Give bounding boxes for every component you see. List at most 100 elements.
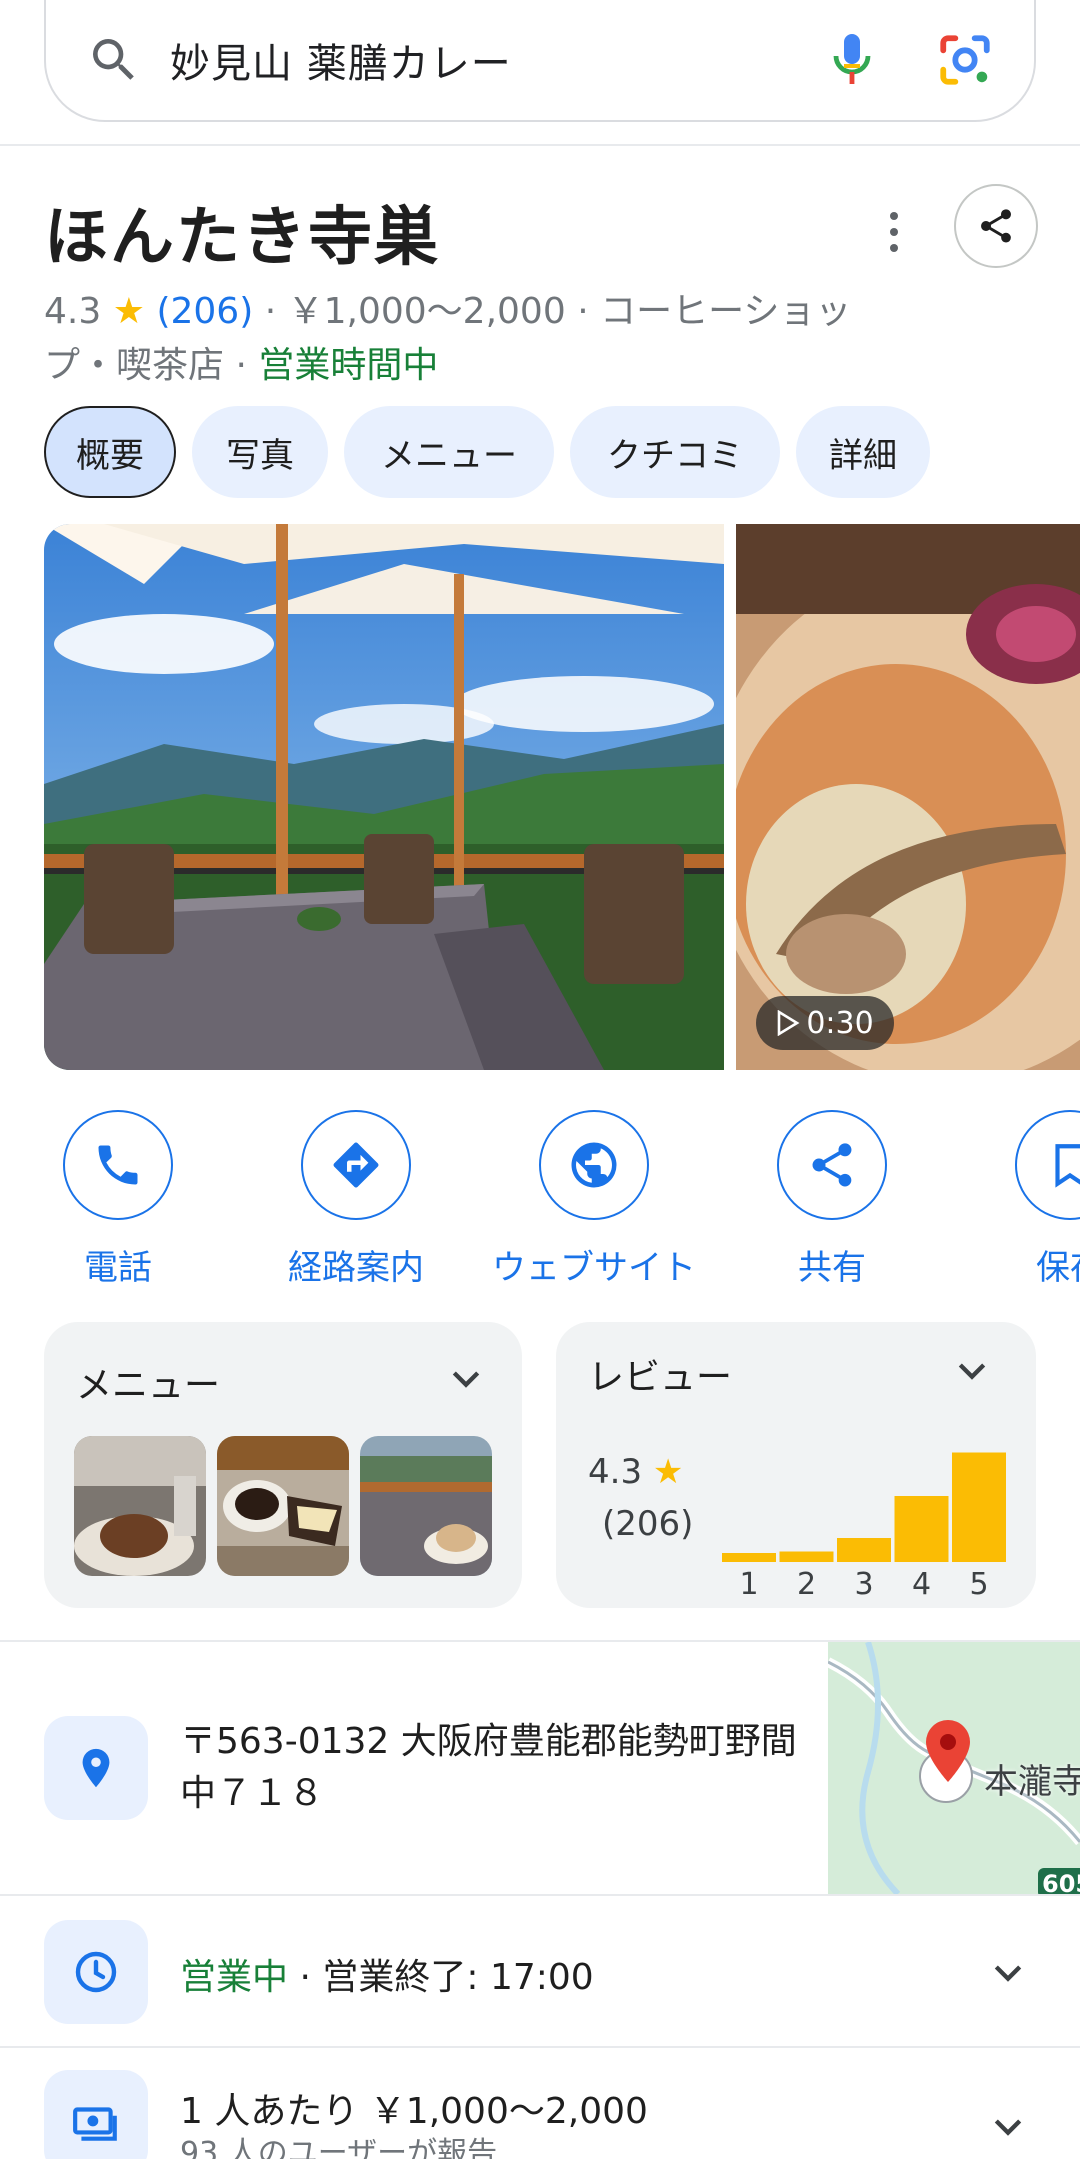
action-directions[interactable]: 経路案内 — [246, 1110, 466, 1289]
action-label: 保存 — [1036, 1248, 1080, 1288]
chevron-down-icon[interactable] — [988, 1952, 1028, 1992]
action-label: ウェブサイト — [492, 1248, 696, 1288]
tab-overview[interactable]: 概要 — [44, 406, 176, 498]
video-duration: 0:30 — [806, 1005, 874, 1041]
more-options-button[interactable] — [880, 204, 908, 260]
divider — [0, 144, 1080, 146]
rating-value: 4.3 — [44, 291, 102, 332]
banknote-icon — [73, 2107, 117, 2141]
rating-bar-label: 2 — [797, 1567, 816, 1598]
menu-photo-3[interactable] — [360, 1436, 492, 1576]
action-save[interactable]: 保存 — [960, 1110, 1080, 1289]
place-photo-terrace[interactable] — [44, 524, 724, 1070]
directions-button[interactable] — [301, 1110, 411, 1220]
action-label: 経路案内 — [288, 1248, 424, 1288]
share-button[interactable] — [954, 184, 1038, 268]
separator: · — [577, 291, 601, 332]
rating-bar-1 — [722, 1553, 776, 1562]
map-thumbnail[interactable]: 本瀧寺 605 — [828, 1642, 1080, 1894]
address-line-2: 中７１８ — [180, 1773, 325, 1814]
price-range: ￥1,000～2,000 — [287, 291, 566, 332]
rating-bar-label: 1 — [739, 1567, 758, 1598]
divider — [0, 2046, 1080, 2048]
tab-reviews[interactable]: クチコミ — [570, 406, 780, 498]
chevron-down-icon[interactable] — [988, 2106, 1028, 2146]
share-action-button[interactable] — [777, 1110, 887, 1220]
review-count-link[interactable]: (206) — [156, 291, 253, 332]
menu-photo-2[interactable] — [217, 1436, 349, 1576]
microphone-icon[interactable] — [828, 30, 876, 90]
separator: · — [299, 1957, 311, 1998]
rating-bar-4 — [894, 1496, 949, 1562]
place-title: ほんたき寺巣 — [44, 201, 440, 275]
call-button[interactable] — [63, 1110, 173, 1220]
video-duration-badge: 0:30 — [756, 996, 894, 1050]
price-reported-by: 93 人のユーザーが報告 — [180, 2136, 498, 2159]
address-icon-box — [44, 1716, 148, 1820]
star-icon: ★ — [112, 291, 145, 332]
action-call[interactable]: 電話 — [8, 1110, 228, 1289]
address-line-1: 〒563-0132 大阪府豊能郡能勢町野間 — [180, 1721, 797, 1762]
review-count: (206) — [602, 1504, 694, 1544]
place-video-curry[interactable] — [736, 524, 1080, 1070]
clock-icon — [75, 1951, 117, 1993]
directions-icon — [333, 1142, 379, 1188]
map-place-label: 本瀧寺 — [984, 1762, 1080, 1802]
menu-card-title: メニュー — [76, 1365, 221, 1406]
review-card-title: レビュー — [588, 1357, 733, 1398]
separator: · — [235, 345, 259, 386]
category-line: プ・喫茶店 · 営業時間中 — [44, 336, 438, 388]
review-score-value: 4.3 — [588, 1452, 643, 1492]
review-card[interactable]: レビュー 4.3 ★ (206) 1 2 3 4 5 — [556, 1322, 1036, 1608]
rating-bar-2 — [779, 1551, 834, 1562]
play-icon — [778, 1010, 800, 1036]
location-pin-icon — [82, 1748, 110, 1788]
hours-open-status: 営業中 — [180, 1957, 289, 1998]
website-button[interactable] — [539, 1110, 649, 1220]
action-label: 電話 — [84, 1248, 152, 1288]
rating-bar-label: 3 — [854, 1567, 873, 1598]
address-text[interactable]: 〒563-0132 大阪府豊能郡能勢町野間 中７１８ — [180, 1716, 820, 1820]
phone-icon — [98, 1145, 138, 1185]
divider — [0, 1894, 1080, 1896]
share-icon — [981, 209, 1011, 243]
category-continued: プ・喫茶店 — [44, 345, 225, 386]
search-bar[interactable]: 妙見山 薬膳カレー — [44, 0, 1036, 122]
tab-bar: 概要 写真 メニュー クチコミ 詳細 — [44, 406, 930, 498]
search-icon[interactable] — [86, 32, 142, 88]
menu-card[interactable]: メニュー — [44, 1322, 522, 1608]
review-score: 4.3 ★ — [588, 1452, 683, 1492]
action-share[interactable]: 共有 — [722, 1110, 942, 1289]
save-button[interactable] — [1015, 1110, 1080, 1220]
price-icon-box — [44, 2070, 148, 2159]
rating-distribution-chart: 1 2 3 4 5 — [722, 1452, 1006, 1598]
action-website[interactable]: ウェブサイト — [484, 1110, 704, 1289]
globe-icon — [571, 1142, 617, 1188]
share-icon — [812, 1143, 852, 1187]
separator: · — [264, 291, 288, 332]
tab-photos[interactable]: 写真 — [192, 406, 328, 498]
closing-time: 営業終了: 17:00 — [322, 1957, 594, 1998]
category: コーヒーショッ — [600, 291, 852, 332]
google-lens-icon[interactable] — [936, 31, 994, 89]
road-number-badge: 605 — [1042, 1870, 1080, 1894]
action-bar: 電話 経路案内 ウェブサイト 共有 保存 — [0, 1110, 1080, 1290]
rating-bar-label: 5 — [969, 1567, 988, 1598]
tab-details[interactable]: 詳細 — [796, 406, 930, 498]
rating-bar-3 — [837, 1538, 891, 1562]
action-label: 共有 — [798, 1248, 866, 1288]
rating-line: 4.3 ★ (206) · ￥1,000～2,000 · コーヒーショッ — [44, 282, 851, 334]
star-icon: ★ — [652, 1452, 684, 1492]
chevron-down-icon[interactable] — [446, 1358, 486, 1398]
hours-text[interactable]: 営業中 · 営業終了: 17:00 — [180, 1948, 594, 2000]
bookmark-icon — [1055, 1144, 1080, 1188]
rating-bar-label: 4 — [912, 1567, 931, 1598]
rating-bar-5 — [952, 1452, 1006, 1562]
hours-icon-box — [44, 1920, 148, 2024]
menu-photo-1[interactable] — [74, 1436, 206, 1576]
open-status: 営業時間中 — [258, 345, 439, 386]
search-input[interactable]: 妙見山 薬膳カレー — [170, 31, 828, 89]
tab-menu[interactable]: メニュー — [344, 406, 554, 498]
price-per-person[interactable]: 1 人あたり ￥1,000～2,000 — [180, 2082, 648, 2134]
chevron-down-icon[interactable] — [952, 1350, 992, 1390]
